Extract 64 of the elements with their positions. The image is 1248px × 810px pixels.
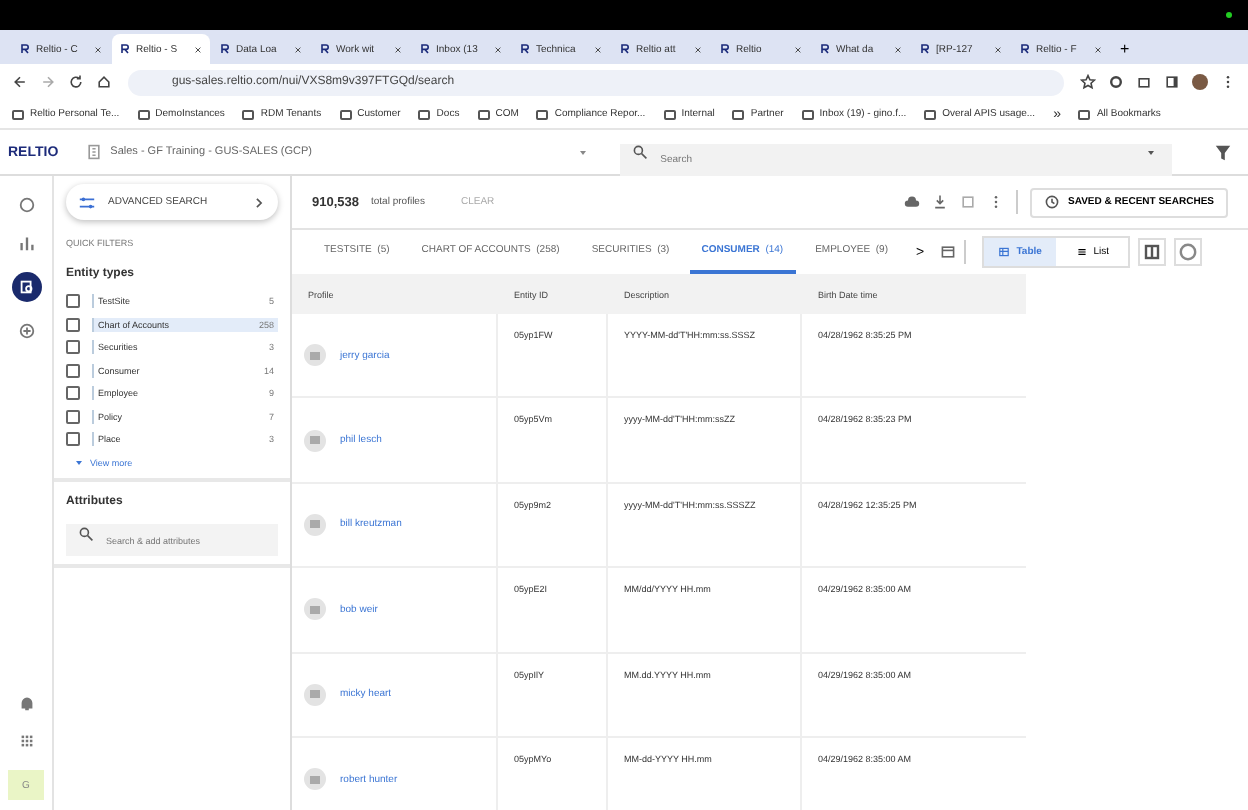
- search-icon: [632, 144, 649, 160]
- sidebar-icon[interactable]: [1164, 74, 1180, 90]
- building-icon: [86, 144, 103, 160]
- close-icon[interactable]: [994, 45, 1002, 53]
- caret-icon[interactable]: [1146, 147, 1157, 157]
- cloud-upload-icon[interactable]: [904, 194, 921, 210]
- favicon-icon: [220, 44, 230, 54]
- checkbox[interactable]: [66, 340, 80, 355]
- close-icon[interactable]: [294, 45, 302, 53]
- checkbox[interactable]: [66, 363, 80, 378]
- table-icon: [998, 246, 1011, 258]
- new-tab-button[interactable]: +: [1112, 34, 1138, 64]
- close-icon[interactable]: [594, 45, 602, 53]
- close-icon[interactable]: [394, 45, 402, 53]
- favicon-icon: [1020, 44, 1030, 54]
- favicon-icon: [920, 44, 930, 54]
- filter-icon[interactable]: [1214, 143, 1232, 161]
- close-icon[interactable]: [1094, 45, 1102, 53]
- checkbox[interactable]: [66, 317, 80, 332]
- profile-avatar-icon: [304, 598, 326, 621]
- back-icon[interactable]: [12, 74, 28, 90]
- sliders-icon: [78, 193, 96, 211]
- panel-icon[interactable]: [1138, 238, 1167, 266]
- favicon-icon: [320, 44, 330, 54]
- search-icon[interactable]: [11, 272, 41, 302]
- columns-settings-icon[interactable]: [940, 244, 957, 260]
- favicon-icon: [820, 44, 830, 54]
- recording-indicator-icon: [1226, 12, 1232, 18]
- profile-avatar-icon: [304, 683, 326, 706]
- search-icon: [78, 525, 94, 541]
- close-icon[interactable]: [794, 45, 802, 53]
- reload-icon[interactable]: [68, 74, 84, 90]
- close-icon[interactable]: [894, 45, 902, 53]
- checkbox[interactable]: [66, 432, 80, 447]
- profile-avatar-icon: [304, 513, 326, 536]
- favicon-icon: [520, 44, 530, 54]
- checkbox[interactable]: [66, 294, 80, 309]
- star-icon[interactable]: [1080, 74, 1096, 90]
- chart-icon[interactable]: [17, 234, 35, 252]
- apps-grid-icon[interactable]: [17, 732, 35, 750]
- close-icon[interactable]: [194, 45, 202, 53]
- favicon-icon: [20, 44, 30, 54]
- bell-icon[interactable]: [17, 694, 35, 712]
- caret-icon[interactable]: [578, 147, 589, 157]
- profile-avatar-icon: [304, 429, 326, 452]
- profile-avatar-icon: [304, 344, 326, 367]
- download-icon[interactable]: [932, 194, 949, 210]
- close-icon[interactable]: [94, 45, 102, 53]
- favicon-icon: [120, 44, 130, 54]
- home-icon[interactable]: [96, 74, 112, 90]
- checkbox[interactable]: [66, 409, 80, 424]
- checkbox[interactable]: [66, 386, 80, 401]
- list-icon: [1075, 246, 1088, 258]
- favicon-icon: [420, 44, 430, 54]
- clock-icon: [1044, 194, 1061, 210]
- favicon-icon: [620, 44, 630, 54]
- caret-icon: [74, 457, 84, 467]
- profile-avatar-icon: [304, 768, 326, 791]
- close-icon[interactable]: [694, 45, 702, 53]
- add-icon[interactable]: [17, 322, 35, 340]
- close-icon[interactable]: [494, 45, 502, 53]
- favicon-icon: [720, 44, 730, 54]
- profile-avatar[interactable]: [1192, 74, 1208, 90]
- chevron-right-icon: [252, 195, 266, 209]
